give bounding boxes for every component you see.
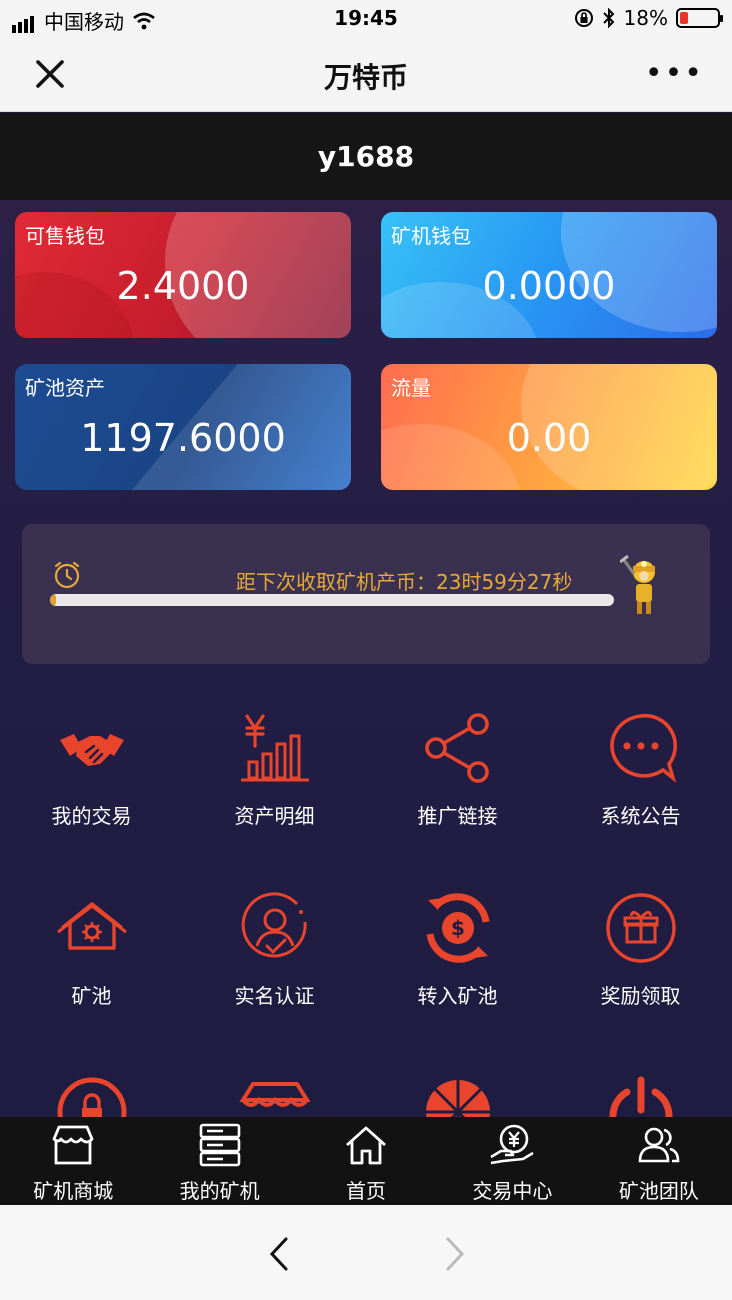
card-sellable-wallet[interactable]: 可售钱包 2.4000 — [15, 212, 351, 338]
card-label: 流量 — [391, 376, 431, 400]
alarm-clock-icon — [54, 561, 80, 589]
server-icon — [199, 1123, 240, 1167]
countdown-text: 距下次收取矿机产币：23时59分27秒 — [236, 570, 573, 594]
tab-miner-shop[interactable]: 矿机商城 — [0, 1117, 146, 1205]
page-title: 万特币 — [323, 61, 408, 94]
tab-my-miners[interactable]: 我的矿机 — [146, 1117, 292, 1205]
handshake-icon — [60, 734, 124, 766]
battery-icon — [676, 8, 723, 28]
yen-hand-icon — [490, 1124, 535, 1165]
menu-promo-link[interactable]: 推广链接 — [366, 712, 549, 832]
menu-label: 系统公告 — [600, 804, 681, 828]
card-label: 矿池资产 — [25, 376, 105, 400]
browser-toolbar — [0, 1205, 732, 1300]
yen-chart-icon — [241, 714, 309, 782]
menu-my-trades[interactable]: 我的交易 — [0, 712, 183, 832]
lock-circle-icon — [57, 1077, 127, 1118]
gift-icon — [606, 893, 676, 963]
tab-label: 交易中心 — [472, 1179, 553, 1203]
card-traffic[interactable]: 流量 0.00 — [381, 364, 717, 490]
bottom-tab-bar: 矿机商城 我的矿机 首页 交易中心 矿池团队 — [0, 1117, 732, 1205]
card-pool-assets[interactable]: 矿池资产 1197.6000 — [15, 364, 351, 490]
chat-bubble-icon — [610, 713, 677, 783]
lock-rotation-icon — [574, 9, 593, 27]
menu-partial-wheel[interactable] — [366, 1076, 549, 1118]
shop-icon — [52, 1125, 94, 1165]
home-icon — [346, 1126, 386, 1165]
tab-trade-center[interactable]: 交易中心 — [439, 1117, 585, 1205]
card-value: 0.00 — [506, 416, 592, 460]
card-label: 可售钱包 — [25, 224, 105, 248]
card-value: 2.4000 — [116, 264, 250, 308]
status-bar: 中国移动 19:45 18% — [0, 0, 732, 38]
menu-partial-store[interactable] — [183, 1076, 366, 1118]
menu-mining-pool[interactable]: 矿池 — [0, 892, 183, 1012]
dashboard: 可售钱包 2.4000 矿机钱包 0.0000 矿池资产 1197.6000 流… — [0, 200, 732, 1118]
menu-partial-lock[interactable] — [0, 1076, 183, 1118]
power-icon — [609, 1076, 673, 1118]
mining-timer-panel: 距下次收取矿机产币：23时59分27秒 — [22, 524, 710, 664]
back-arrow-icon[interactable] — [264, 1235, 294, 1273]
card-miner-wallet[interactable]: 矿机钱包 0.0000 — [381, 212, 717, 338]
user-verify-icon — [241, 892, 307, 958]
tab-label: 我的矿机 — [179, 1179, 260, 1203]
menu-reward-claim[interactable]: 奖励领取 — [549, 892, 732, 1012]
menu-label: 矿池 — [71, 984, 112, 1008]
more-menu-icon[interactable]: ••• — [645, 59, 704, 89]
menu-real-name-auth[interactable]: 实名认证 — [183, 892, 366, 1012]
tab-pool-team[interactable]: 矿池团队 — [586, 1117, 732, 1205]
card-label: 矿机钱包 — [391, 224, 471, 248]
nav-bar: 万特币 ••• — [0, 38, 732, 112]
menu-label: 资产明细 — [234, 804, 315, 828]
menu-asset-details[interactable]: 资产明细 — [183, 712, 366, 832]
tab-label: 矿机商城 — [33, 1179, 114, 1203]
dollar-refresh-icon: $ — [426, 893, 490, 963]
wheel-icon — [426, 1080, 490, 1118]
bluetooth-icon — [602, 8, 614, 28]
menu-label: 推广链接 — [417, 804, 498, 828]
menu-label: 转入矿池 — [417, 984, 498, 1008]
username-header: y1688 — [0, 113, 732, 200]
tab-label: 首页 — [346, 1179, 387, 1203]
svg-text:$: $ — [451, 916, 465, 940]
menu-label: 实名认证 — [234, 984, 315, 1008]
awning-icon — [239, 1082, 311, 1107]
menu-transfer-to-pool[interactable]: $ 转入矿池 — [366, 892, 549, 1012]
countdown-progress-bar — [50, 594, 614, 606]
menu-partial-power[interactable] — [549, 1076, 732, 1118]
card-value: 1197.6000 — [80, 416, 286, 460]
tab-label: 矿池团队 — [618, 1179, 699, 1203]
tab-home[interactable]: 首页 — [293, 1117, 439, 1205]
progress-fill — [50, 594, 56, 606]
miner-mascot-icon — [620, 554, 655, 614]
house-gear-icon — [57, 902, 127, 950]
share-icon — [425, 713, 489, 783]
forward-arrow-icon[interactable] — [440, 1235, 470, 1273]
battery-percent: 18% — [623, 6, 668, 30]
menu-label: 我的交易 — [51, 804, 132, 828]
menu-system-notice[interactable]: 系统公告 — [549, 712, 732, 832]
menu-label: 奖励领取 — [600, 984, 681, 1008]
team-icon — [638, 1127, 680, 1163]
card-value: 0.0000 — [482, 264, 616, 308]
